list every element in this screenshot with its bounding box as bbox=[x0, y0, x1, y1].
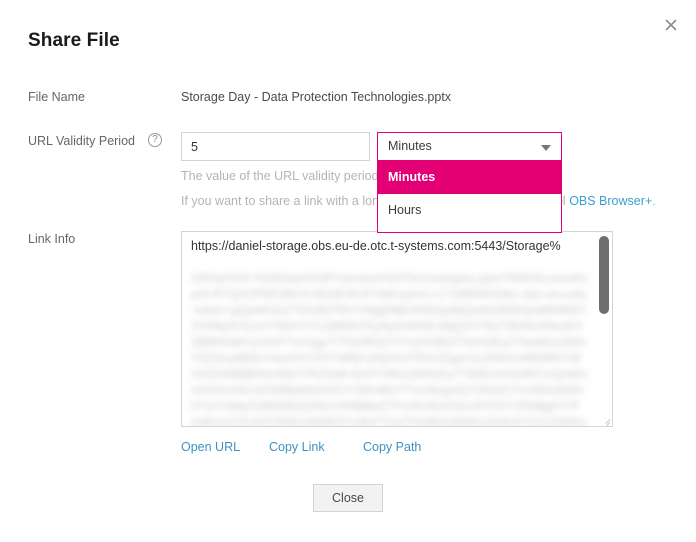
file-name-value: Storage Day - Data Protection Technologi… bbox=[181, 90, 452, 104]
validity-hint-line-1: The value of the URL validity period is bbox=[181, 169, 392, 183]
url-validity-period-input[interactable] bbox=[181, 132, 370, 161]
link-info-scrollbar-track[interactable] bbox=[598, 233, 611, 426]
validity-unit-selected-value: Minutes bbox=[388, 139, 432, 153]
copy-path-link[interactable]: Copy Path bbox=[363, 440, 421, 454]
validity-unit-option-hours[interactable]: Hours bbox=[378, 194, 561, 227]
link-info-textarea[interactable]: https://daniel-storage.obs.eu-de.otc.t-s… bbox=[181, 231, 613, 427]
validity-unit-select[interactable]: Minutes bbox=[377, 132, 562, 161]
help-icon[interactable]: ? bbox=[148, 133, 162, 147]
copy-link-link[interactable]: Copy Link bbox=[269, 440, 325, 454]
link-info-url-text: https://daniel-storage.obs.eu-de.otc.t-s… bbox=[191, 239, 561, 253]
link-info-scrollbar-thumb[interactable] bbox=[599, 236, 609, 314]
validity-hint-line-2-end: . bbox=[652, 194, 656, 208]
file-name-label: File Name bbox=[28, 90, 85, 104]
validity-unit-dropdown[interactable]: Minutes Hours bbox=[377, 161, 562, 233]
open-url-link[interactable]: Open URL bbox=[181, 440, 240, 454]
close-button[interactable]: Close bbox=[313, 484, 383, 512]
link-info-redacted-text: 20Day%20-%20Data%20Protection%20Technolo… bbox=[191, 271, 589, 427]
share-file-dialog: Share File File Name Storage Day - Data … bbox=[0, 0, 696, 542]
link-info-label: Link Info bbox=[28, 232, 76, 246]
chevron-down-icon bbox=[541, 145, 551, 151]
validity-hint-line-2-text: If you want to share a link with a long bbox=[181, 194, 386, 208]
validity-unit-option-minutes[interactable]: Minutes bbox=[378, 161, 561, 194]
link-info-resize-handle[interactable] bbox=[599, 413, 611, 426]
url-validity-period-label: URL Validity Period bbox=[28, 134, 135, 148]
obs-browser-link[interactable]: OBS Browser+ bbox=[569, 194, 652, 208]
close-icon[interactable] bbox=[662, 16, 680, 34]
dialog-title: Share File bbox=[28, 30, 120, 51]
